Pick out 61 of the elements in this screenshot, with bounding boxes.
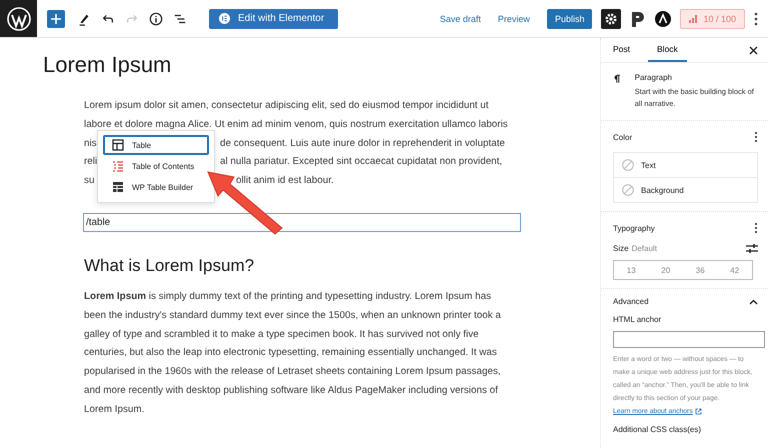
- external-link-icon: [694, 408, 702, 415]
- block-input-field[interactable]: /table: [83, 212, 521, 232]
- paragraph-text: reli: [84, 156, 98, 168]
- block-option[interactable]: Table of Contents: [103, 156, 209, 176]
- font-size-option[interactable]: 36: [690, 261, 711, 279]
- paragraph-text: de consequent. Luis aute inure dolor in reprehenderit in voluptate: [220, 138, 505, 149]
- paragraph-text: labore et dolore magna Alice. Ut enim ad minim venom, quis nostrum exercitation ullamco laboris: [84, 118, 508, 130]
- save-draft-button[interactable]: Save draft: [440, 14, 481, 24]
- block-option[interactable]: Table: [103, 135, 209, 155]
- pen-icon[interactable]: [77, 12, 91, 26]
- paragraph-text: nis: [84, 138, 97, 149]
- html-anchor-field[interactable]: [613, 331, 765, 348]
- block-name: Paragraph: [634, 73, 673, 82]
- p-logo-icon[interactable]: [630, 10, 646, 28]
- no-color-icon: [622, 184, 634, 196]
- more-options-icon[interactable]: [754, 222, 758, 234]
- field-label: Additional CSS class(es): [613, 425, 702, 434]
- list-icon: [112, 160, 124, 172]
- wordpress-icon: [6, 6, 30, 30]
- a-logo-icon[interactable]: [655, 10, 672, 26]
- size-label: Size: [613, 244, 629, 253]
- sidebar-tab[interactable]: Post: [613, 38, 640, 62]
- heading-text: What is Lorem Ipsum?: [84, 256, 256, 276]
- paragraph-text: su: [84, 175, 94, 186]
- paragraph-text: ollit anim id est labour.: [236, 175, 334, 186]
- color-option[interactable]: Background: [614, 177, 757, 202]
- plus-icon: [50, 12, 62, 24]
- sidebar-tab[interactable]: Block: [648, 38, 687, 62]
- more-options-icon[interactable]: [754, 131, 758, 143]
- settings-button[interactable]: [601, 8, 622, 28]
- preview-button[interactable]: Preview: [498, 14, 530, 24]
- paragraph-text: al nulla pariatur. Excepted sint occaecat cupidatat non provident,: [220, 156, 502, 168]
- paragraph-icon: [613, 73, 621, 85]
- field-label: HTML anchor: [613, 315, 662, 324]
- settings-icon: [604, 12, 618, 26]
- close-icon[interactable]: [749, 46, 758, 54]
- post-title[interactable]: Lorem Ipsum: [43, 51, 600, 79]
- wordpress-logo[interactable]: [0, 0, 37, 37]
- table-icon: [112, 139, 124, 151]
- section-title: Typography: [613, 224, 655, 232]
- add-block-button[interactable]: [47, 10, 65, 28]
- block-option[interactable]: WP Table Builder: [103, 177, 209, 197]
- font-size-option[interactable]: 42: [724, 261, 746, 279]
- chevron-icon[interactable]: [749, 298, 758, 304]
- no-color-icon: [622, 159, 634, 171]
- section-title: Advanced: [613, 297, 649, 306]
- paragraph-text: Lorem Ipsum is simply dummy text of the printing and typesetting industry. Lorem Ipsum has been the industry's standard dummy text ever since the 1500s, when an unknown printer took a galley of type and scrambled it to make a type specimen book. It has survived not only five centuries, but also the leap into electronic typesetting, remaining essentially unchanged. It was popularised in the 1960s with the release of Letraset sheets containing Lorem Ipsum passages, and more recently with desktop publishing software like Aldus PageMaker including versions of Lorem Ipsum.: [84, 290, 502, 417]
- font-size-option[interactable]: 13: [620, 261, 642, 279]
- table-icon: [112, 181, 124, 193]
- paragraph-text: Lorem ipsum dolor sit amen, consectetur adipiscing elit, sed do eiusmod tempor incididunt ut: [84, 100, 489, 111]
- publish-button[interactable]: Publish: [546, 8, 592, 28]
- bar-chart-icon: [689, 14, 700, 23]
- color-option[interactable]: Text: [614, 153, 757, 177]
- size-value: Default: [632, 244, 657, 253]
- section-title: Color: [613, 132, 632, 142]
- elementor-icon: [219, 13, 230, 24]
- info-icon[interactable]: [149, 12, 163, 26]
- sliders-icon[interactable]: [746, 243, 758, 254]
- more-options-icon[interactable]: [754, 12, 758, 26]
- edit-with-elementor-button[interactable]: Edit with Elementor: [209, 8, 338, 28]
- font-size-option[interactable]: 20: [655, 261, 676, 279]
